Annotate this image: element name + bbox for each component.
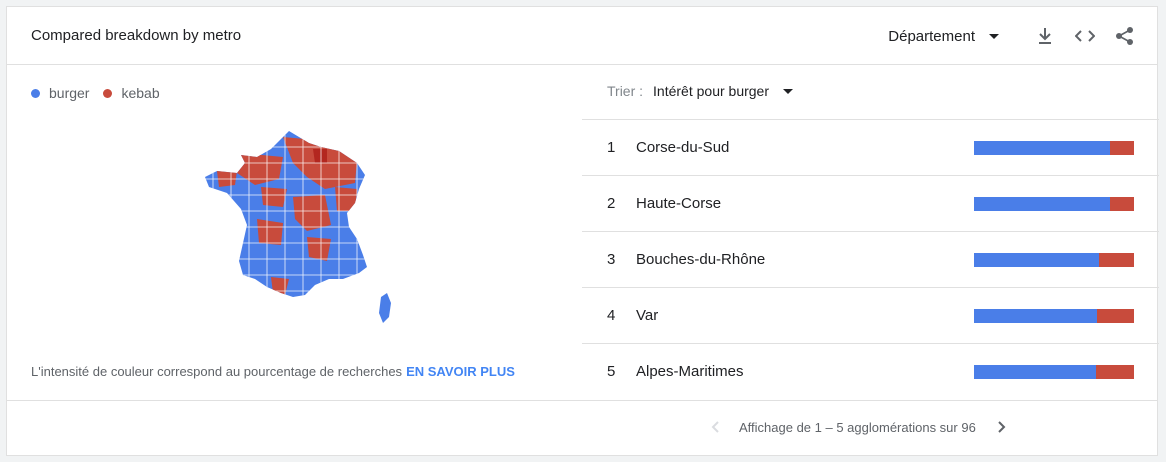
- legend-item-kebab: kebab: [103, 85, 160, 101]
- comparison-bar: [974, 197, 1134, 211]
- region-name: Bouches-du-Rhône: [636, 251, 766, 268]
- comparison-bar: [974, 253, 1134, 267]
- rank-number: 3: [607, 251, 616, 268]
- dropdown-caret-icon: [989, 33, 999, 39]
- rank-number: 5: [607, 363, 616, 380]
- region-name: Alpes-Maritimes: [636, 363, 744, 380]
- pagination-text: Affichage de 1 – 5 agglomérations sur 96: [739, 419, 976, 435]
- color-intensity-note: L'intensité de couleur correspond au pou…: [31, 364, 515, 379]
- burger-bar: [974, 197, 1110, 211]
- pagination: Affichage de 1 – 5 agglomérations sur 96: [707, 419, 1010, 435]
- burger-bar: [974, 365, 1096, 379]
- share-icon[interactable]: [1113, 24, 1137, 48]
- burger-bar: [974, 253, 1099, 267]
- comparison-bar: [974, 365, 1134, 379]
- list-item[interactable]: 5 Alpes-Maritimes: [582, 343, 1159, 399]
- sort-control: Trier : Intérêt pour burger: [607, 83, 794, 99]
- legend-item-burger: burger: [31, 85, 89, 101]
- download-icon[interactable]: [1033, 24, 1057, 48]
- legend: burger kebab: [31, 85, 174, 101]
- comparison-bar: [974, 141, 1134, 155]
- sort-dropdown[interactable]: Intérêt pour burger: [653, 83, 794, 99]
- rank-number: 2: [607, 195, 616, 212]
- learn-more-link[interactable]: EN SAVOIR PLUS: [406, 364, 515, 379]
- kebab-bar: [1097, 309, 1134, 323]
- list-item[interactable]: 4 Var: [582, 287, 1159, 343]
- france-map[interactable]: [197, 127, 397, 327]
- note-text: L'intensité de couleur correspond au pou…: [31, 364, 403, 379]
- region-name: Corse-du-Sud: [636, 139, 730, 156]
- burger-bar: [974, 141, 1110, 155]
- list-item[interactable]: 1 Corse-du-Sud: [582, 119, 1159, 175]
- card-header: Compared breakdown by metro Département: [7, 7, 1157, 65]
- ranking-list: 1 Corse-du-Sud 2 Haute-Corse 3 Bouches-d…: [582, 119, 1159, 399]
- legend-label-burger: burger: [49, 85, 90, 101]
- sort-value: Intérêt pour burger: [653, 83, 770, 99]
- previous-page-icon[interactable]: [707, 419, 723, 435]
- list-item[interactable]: 2 Haute-Corse: [582, 175, 1159, 231]
- footer-divider: [7, 400, 1157, 401]
- region-level-dropdown[interactable]: Département: [888, 28, 999, 45]
- rank-number: 4: [607, 307, 616, 324]
- kebab-bar: [1098, 253, 1134, 267]
- region-name: Var: [636, 307, 659, 324]
- embed-code-icon[interactable]: [1073, 24, 1097, 48]
- header-tools: Département: [888, 21, 1137, 51]
- card-title: Compared breakdown by metro: [31, 27, 242, 44]
- kebab-bar: [1110, 141, 1134, 155]
- list-item[interactable]: 3 Bouches-du-Rhône: [582, 231, 1159, 287]
- burger-bar: [974, 309, 1098, 323]
- sort-caret-icon: [783, 88, 794, 94]
- kebab-bar: [1110, 197, 1134, 211]
- sort-label: Trier :: [607, 83, 644, 99]
- legend-label-kebab: kebab: [121, 85, 160, 101]
- legend-dot-burger: [31, 88, 40, 98]
- comparison-bar: [974, 309, 1134, 323]
- next-page-icon[interactable]: [994, 419, 1010, 435]
- region-level-label: Département: [888, 27, 975, 45]
- legend-dot-kebab: [103, 88, 113, 98]
- kebab-bar: [1095, 365, 1134, 379]
- compared-breakdown-card: Compared breakdown by metro Département …: [6, 6, 1159, 456]
- region-name: Haute-Corse: [636, 195, 722, 212]
- rank-number: 1: [607, 139, 616, 156]
